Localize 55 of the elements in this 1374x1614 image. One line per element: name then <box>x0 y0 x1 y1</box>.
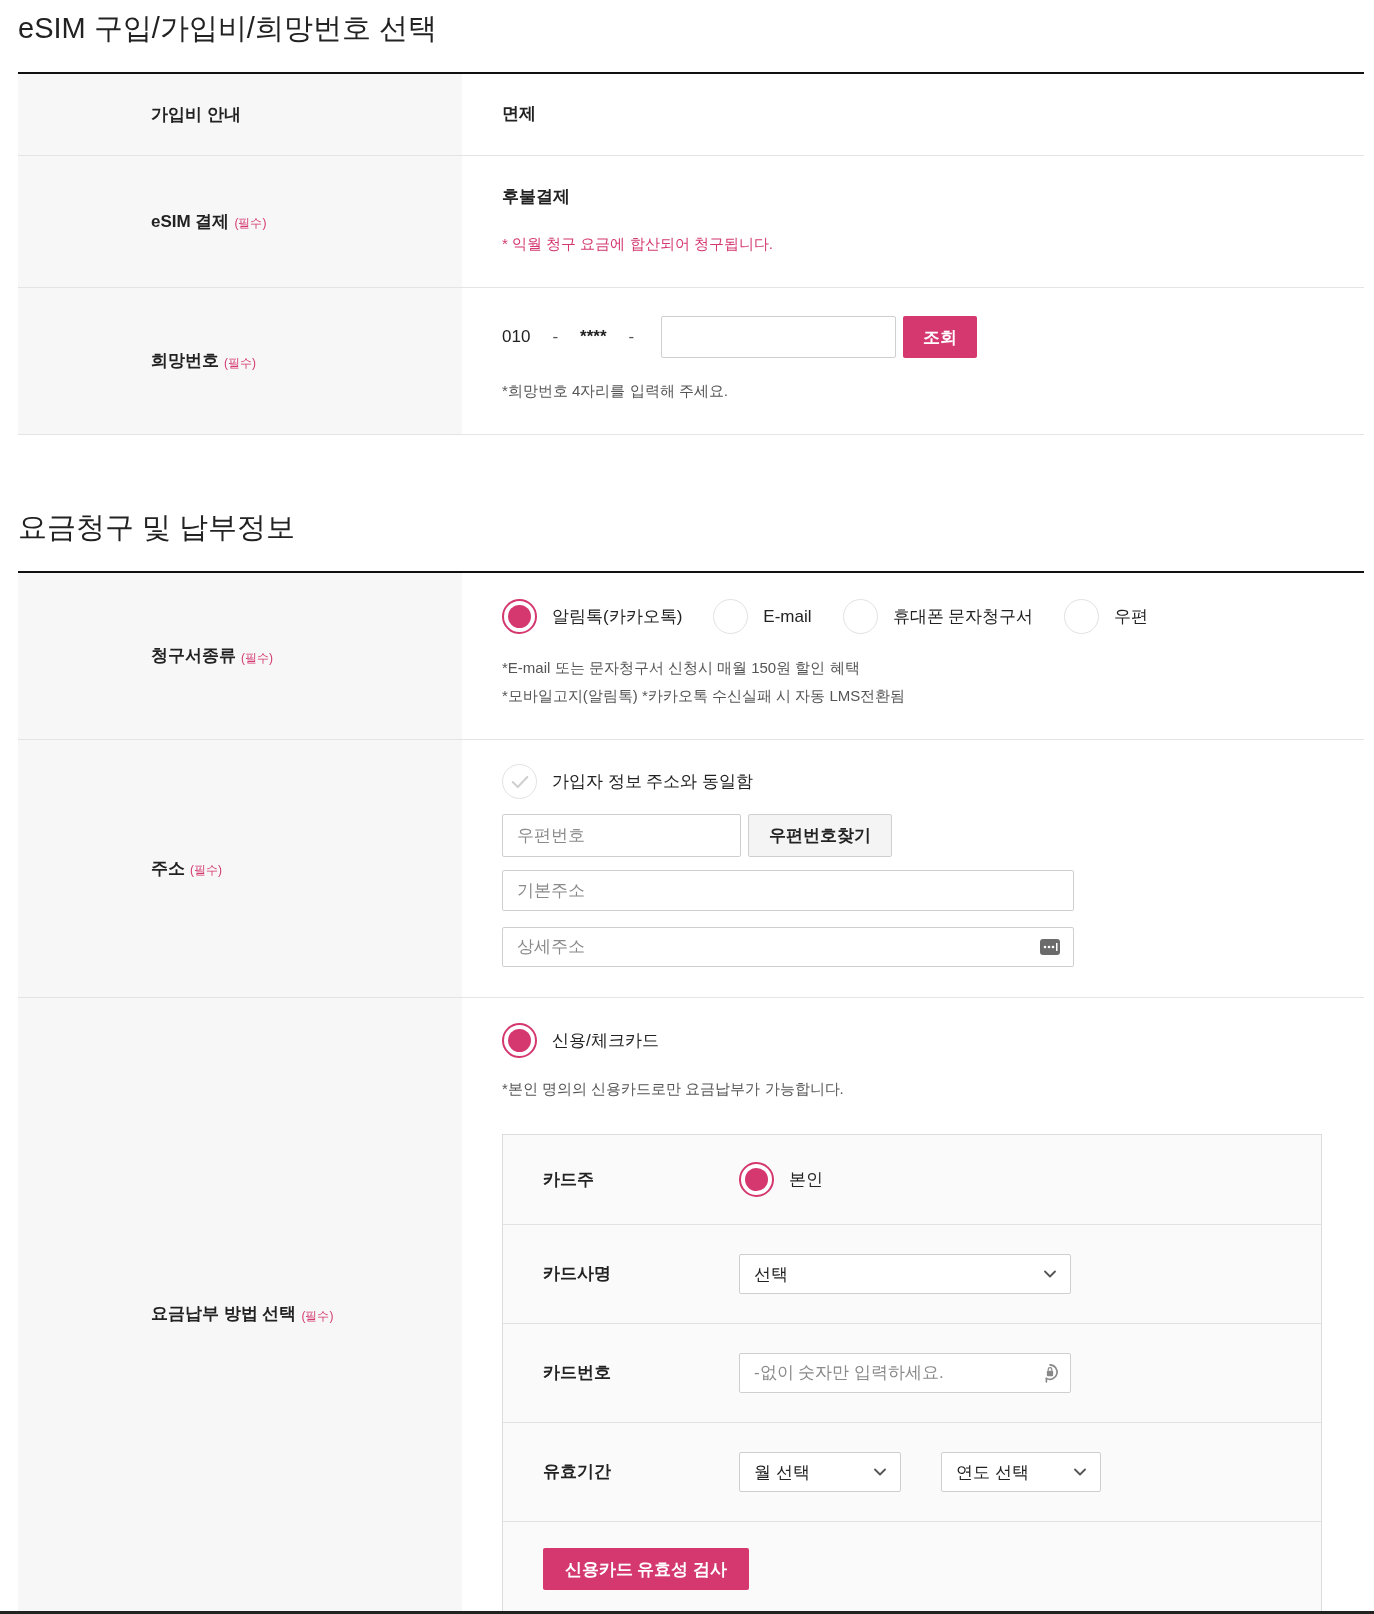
dash-separator: - <box>552 326 559 348</box>
masked-digits: **** <box>580 326 607 348</box>
radio-button[interactable] <box>502 1023 537 1058</box>
value-text: 후불결제 <box>502 186 570 208</box>
field-label: 청구서종류 <box>151 645 236 667</box>
radio-label[interactable]: E-mail <box>763 604 812 629</box>
field-label: 가입비 안내 <box>151 103 241 126</box>
field-label: 요금납부 방법 선택 <box>151 1303 297 1325</box>
field-label: 주소 <box>151 857 185 880</box>
section-title: eSIM 구입/가입비/희망번호 선택 <box>18 11 438 46</box>
required-mark: (필수) <box>190 862 222 878</box>
card-number-field[interactable]: -없이 숫자만 입력하세요. <box>739 1353 1071 1393</box>
radio-label[interactable]: 신용/체크카드 <box>552 1028 659 1053</box>
chevron-down-icon <box>874 1468 886 1476</box>
card-validation-button[interactable]: 신용카드 유효성 검사 <box>543 1548 749 1590</box>
field-label: eSIM 결제 <box>151 210 230 233</box>
note-text: * 익월 청구 요금에 합산되어 청구됩니다. <box>502 234 773 254</box>
dots-icon[interactable] <box>1040 939 1060 955</box>
zip-search-button[interactable]: 우편번호찾기 <box>748 814 892 857</box>
field-label: 카드주 <box>542 1168 594 1191</box>
checkbox-label[interactable]: 가입자 정보 주소와 동일함 <box>552 769 754 794</box>
lookup-button[interactable]: 조회 <box>903 316 978 358</box>
value-text: 면제 <box>502 103 536 125</box>
radio-label[interactable]: 본인 <box>789 1167 823 1192</box>
radio-label[interactable]: 휴대폰 문자청구서 <box>892 604 1034 629</box>
number-input-field[interactable] <box>661 316 897 358</box>
note-text: *E-mail 또는 문자청구서 신청시 매월 150원 할인 혜택 <box>502 658 860 678</box>
phone-prefix: 010 <box>502 326 531 348</box>
dropdown-select[interactable]: 연도 선택 <box>941 1452 1101 1492</box>
base-address-field[interactable]: 기본주소 <box>502 870 1074 911</box>
dropdown-select[interactable]: 선택 <box>739 1254 1071 1294</box>
chevron-down-icon <box>1074 1468 1086 1476</box>
field-label: 유효기간 <box>542 1461 611 1483</box>
hint-text: *희망번호 4자리를 입력해 주세요. <box>502 381 728 401</box>
field-label: 카드사명 <box>542 1263 611 1285</box>
field-label: 희망번호 <box>151 350 219 372</box>
chevron-down-icon <box>1044 1270 1056 1278</box>
zip-code-field[interactable]: 우편번호 <box>502 814 741 857</box>
required-mark: (필수) <box>301 1307 334 1324</box>
check-icon <box>510 774 529 789</box>
required-mark: (필수) <box>234 215 267 231</box>
dash-separator: - <box>628 326 635 348</box>
radio-label[interactable]: 우편 <box>1114 604 1149 629</box>
radio-label[interactable]: 알림톡(카카오톡) <box>552 604 683 629</box>
radio-button[interactable] <box>739 1162 774 1197</box>
required-mark: (필수) <box>224 354 256 371</box>
note-text: *모바일고지(알림톡) *카카오톡 수신실패 시 자동 LMS전환됨 <box>502 686 906 706</box>
radio-button[interactable] <box>502 599 537 634</box>
required-mark: (필수) <box>241 649 273 666</box>
section-title: 요금청구 및 납부정보 <box>18 510 297 545</box>
detail-address-field[interactable]: 상세주소 <box>502 927 1074 967</box>
checkbox[interactable] <box>502 764 537 799</box>
dropdown-select[interactable]: 월 선택 <box>739 1452 901 1492</box>
note-text: *본인 명의의 신용카드로만 요금납부가 가능합니다. <box>502 1079 844 1099</box>
field-label: 카드번호 <box>542 1362 611 1384</box>
